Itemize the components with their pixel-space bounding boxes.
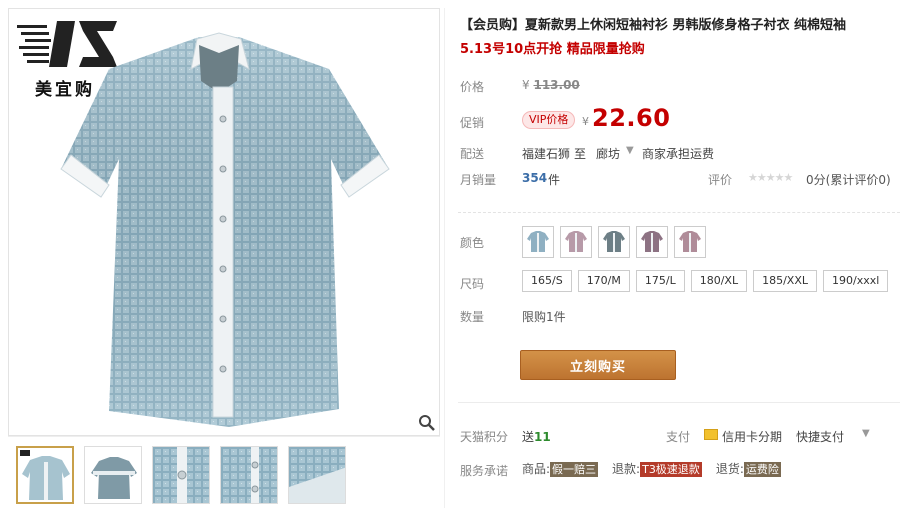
chevron-down-icon[interactable]: ▼ bbox=[862, 428, 870, 439]
thumbnail-2[interactable] bbox=[84, 446, 142, 504]
chevron-down-icon[interactable]: ▼ bbox=[626, 145, 634, 156]
vip-price-badge: VIP价格 bbox=[522, 111, 576, 129]
product-subtitle: 5.13号10点开抢 精品限量抢购 bbox=[460, 42, 645, 57]
product-title: 【会员购】夏新款男上休闲短袖衬衫 男韩版修身格子衬衣 纯棉短袖 bbox=[460, 18, 847, 33]
service-item: 商品: 假一赔三 bbox=[522, 460, 599, 477]
ship-from: 福建石狮 bbox=[522, 147, 571, 161]
tmall-points-label: 天猫积分 bbox=[460, 430, 509, 444]
thumbnail-5[interactable] bbox=[288, 446, 346, 504]
section-divider bbox=[458, 402, 900, 403]
product-info-panel: 【会员购】夏新款男上休闲短袖衬衫 男韩版修身格子衬衣 纯棉短袖 5.13号10点… bbox=[458, 0, 900, 519]
promo-label: 促销 bbox=[460, 116, 485, 130]
section-divider bbox=[458, 212, 900, 213]
quantity-label: 数量 bbox=[460, 310, 485, 324]
size-option[interactable]: 185/XXL bbox=[753, 270, 818, 292]
original-price-value: 113.00 bbox=[533, 78, 580, 92]
size-options: 165/S 170/M 175/L 180/XL 185/XXL 190/xxx… bbox=[522, 270, 889, 292]
shipping-fee-text: 商家承担运费 bbox=[642, 147, 715, 161]
swatch-shirt-icon bbox=[601, 228, 627, 257]
panel-separator bbox=[444, 8, 445, 508]
thumbnail-detail-image bbox=[289, 447, 345, 503]
swatch-shirt-icon bbox=[639, 228, 665, 257]
zoom-button[interactable] bbox=[417, 413, 437, 433]
thumbnail-detail-image bbox=[221, 447, 277, 503]
thumbnail-strip bbox=[16, 446, 346, 506]
shipping-label: 配送 bbox=[460, 147, 485, 161]
size-option[interactable]: 165/S bbox=[522, 270, 572, 292]
payment-label: 支付 bbox=[666, 430, 691, 444]
size-option[interactable]: 180/XL bbox=[690, 270, 748, 292]
service-name: 退款: bbox=[612, 462, 641, 476]
monthly-sales-count: 354 bbox=[522, 171, 548, 185]
magnifier-icon bbox=[419, 415, 435, 431]
product-shirt-image bbox=[60, 32, 390, 427]
service-item: 退款: T3极速退款 bbox=[612, 460, 702, 477]
swatch-shirt-icon bbox=[677, 228, 703, 257]
service-list: 商品: 假一赔三 退款: T3极速退款 退货: 运费险 bbox=[522, 460, 781, 477]
monthly-sales-label: 月销量 bbox=[460, 173, 497, 187]
color-label: 颜色 bbox=[460, 236, 485, 250]
current-price: 22.60 bbox=[592, 104, 671, 132]
ship-city-select[interactable]: 廊坊 bbox=[596, 145, 620, 162]
service-tag[interactable]: 假一赔三 bbox=[550, 462, 599, 477]
size-label: 尺码 bbox=[460, 277, 485, 291]
color-swatch[interactable] bbox=[636, 226, 668, 258]
thumbnail-1[interactable] bbox=[16, 446, 74, 504]
rating-stars: ★★★★★ bbox=[748, 171, 793, 184]
thumbnail-3[interactable] bbox=[152, 446, 210, 504]
credit-installment-option[interactable]: 信用卡分期 bbox=[722, 428, 782, 445]
service-tag[interactable]: 运费险 bbox=[743, 462, 781, 477]
main-product-image: 美宜购 bbox=[8, 8, 440, 436]
points-prefix: 送 bbox=[522, 430, 535, 444]
service-name: 退货: bbox=[715, 462, 744, 476]
size-option[interactable]: 175/L bbox=[635, 270, 685, 292]
service-label: 服务承诺 bbox=[460, 464, 509, 478]
points-number: 11 bbox=[534, 430, 551, 444]
service-tag[interactable]: T3极速退款 bbox=[640, 462, 702, 477]
currency-symbol: ¥ bbox=[522, 78, 530, 92]
color-options bbox=[522, 226, 706, 258]
size-option[interactable]: 190/xxxl bbox=[823, 270, 889, 292]
gallery-divider bbox=[8, 436, 440, 437]
quantity-limit-text: 限购1件 bbox=[522, 310, 566, 324]
color-swatch[interactable] bbox=[560, 226, 592, 258]
ship-to-word: 至 bbox=[574, 147, 587, 161]
color-swatch[interactable] bbox=[674, 226, 706, 258]
size-option[interactable]: 170/M bbox=[577, 270, 630, 292]
quick-pay-option[interactable]: 快捷支付 bbox=[796, 428, 844, 445]
swatch-shirt-icon bbox=[525, 228, 551, 257]
rating-label: 评价 bbox=[708, 173, 733, 187]
color-swatch[interactable] bbox=[522, 226, 554, 258]
swatch-shirt-icon bbox=[563, 228, 589, 257]
current-currency-symbol: ¥ bbox=[582, 115, 589, 128]
original-price: ¥ 113.00 bbox=[522, 78, 580, 92]
thumbnail-4[interactable] bbox=[220, 446, 278, 504]
price-label: 价格 bbox=[460, 80, 485, 94]
monthly-sales-unit: 件 bbox=[548, 173, 561, 187]
service-name: 商品: bbox=[522, 462, 551, 476]
tmall-points-value: 送11 bbox=[522, 428, 551, 445]
service-item: 退货: 运费险 bbox=[716, 460, 781, 477]
thumbnail-detail-image bbox=[153, 447, 209, 503]
credit-card-icon bbox=[704, 429, 718, 440]
thumbnail-shirt-image bbox=[18, 448, 72, 502]
color-swatch[interactable] bbox=[598, 226, 630, 258]
buy-now-button[interactable]: 立刻购买 bbox=[520, 350, 676, 380]
rating-summary-link[interactable]: 0分(累计评价0) bbox=[806, 171, 891, 188]
thumbnail-shirt-image bbox=[85, 447, 141, 503]
